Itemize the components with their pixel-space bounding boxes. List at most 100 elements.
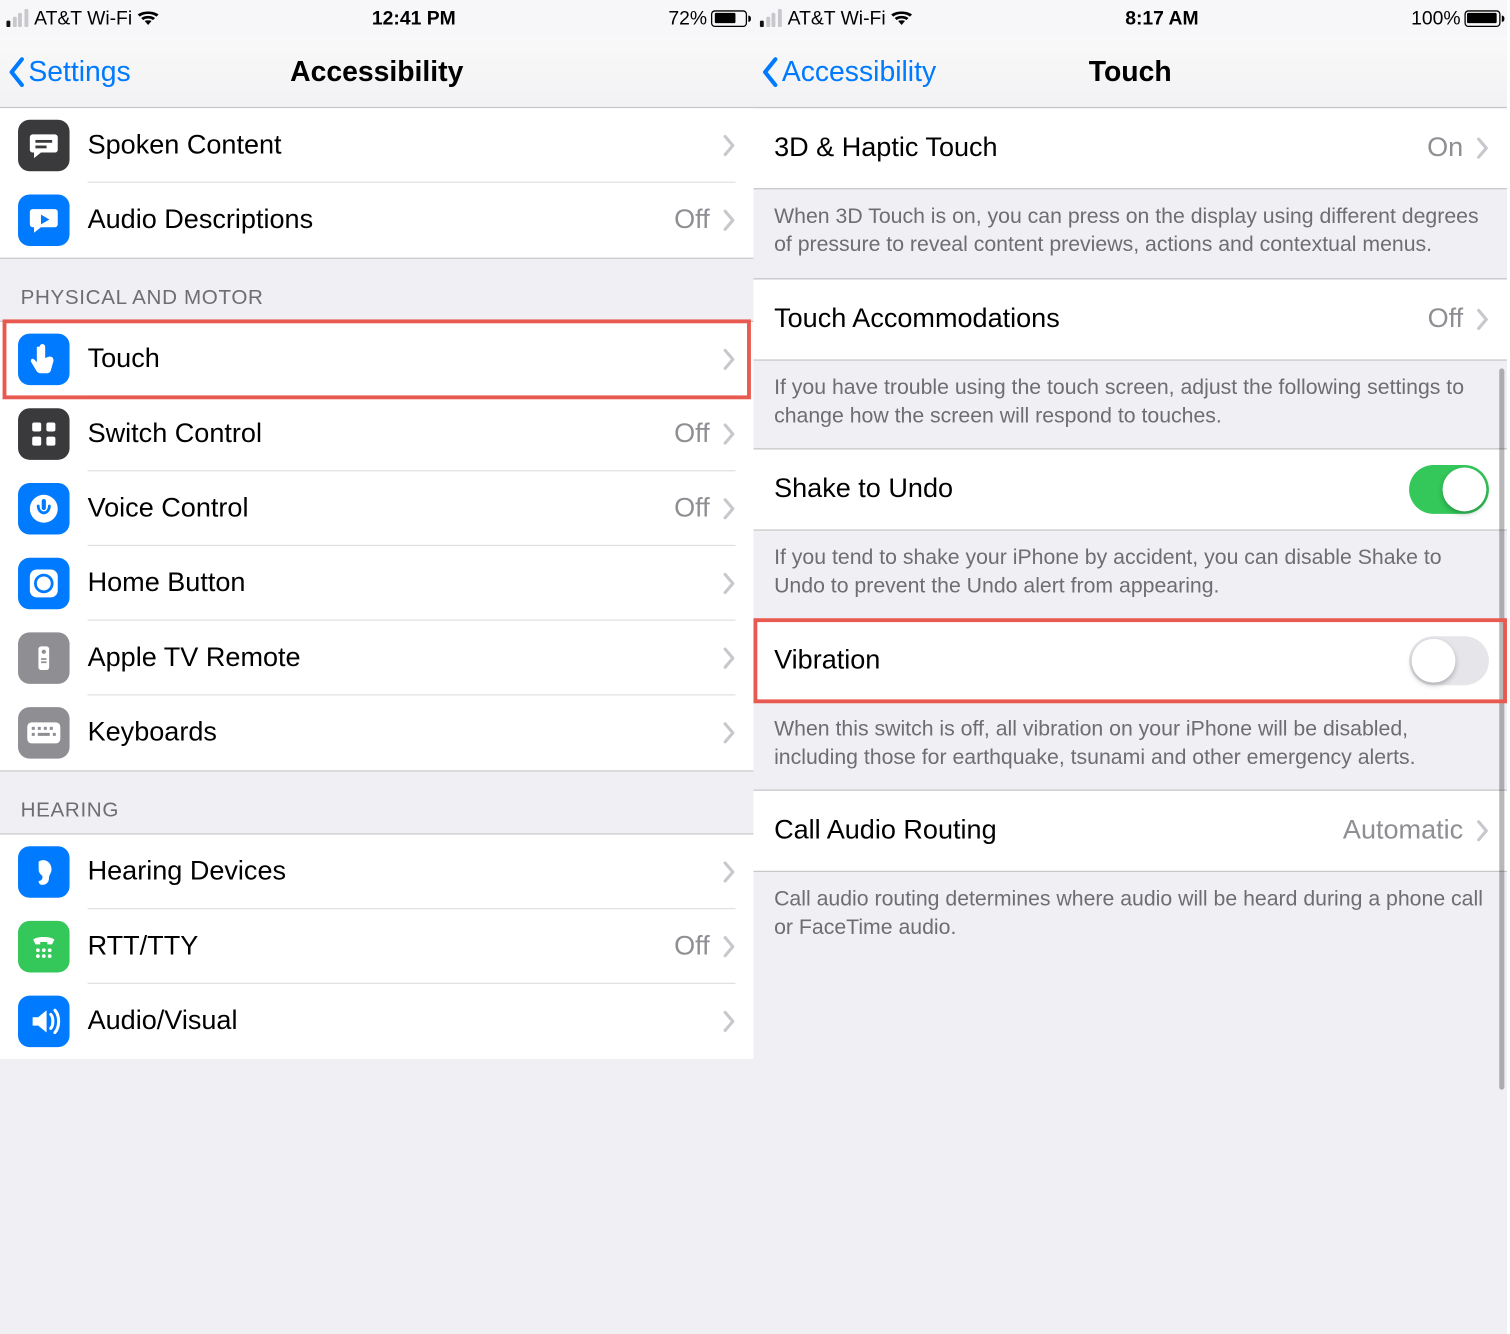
row-value: On	[1427, 133, 1463, 164]
wifi-icon	[890, 9, 913, 27]
group-vibration: Vibration	[753, 619, 1506, 701]
status-bar: AT&T Wi-Fi 12:41 PM 72%	[0, 0, 753, 36]
chevron-right-icon	[723, 422, 736, 445]
row-rtt-tty[interactable]: RTT/TTYOff	[0, 909, 753, 984]
section-hearing-header: HEARING	[0, 772, 753, 834]
battery-icon	[1464, 10, 1500, 27]
cell-signal-icon	[760, 9, 781, 27]
keyboard-icon	[18, 707, 70, 759]
voice-icon	[18, 483, 70, 535]
row-switch-control[interactable]: Switch ControlOff	[0, 397, 753, 472]
row-value: Automatic	[1343, 815, 1463, 846]
battery-icon	[711, 10, 747, 27]
row-label: Audio Descriptions	[88, 205, 675, 236]
home-circle-icon	[18, 558, 70, 610]
row-value: Off	[674, 493, 710, 524]
speaker-icon	[18, 996, 70, 1048]
chevron-right-icon	[723, 347, 736, 370]
row-label: Home Button	[88, 567, 723, 598]
chevron-right-icon	[723, 721, 736, 744]
back-button[interactable]: Settings	[0, 55, 131, 88]
status-bar: AT&T Wi-Fi 8:17 AM 100%	[753, 0, 1506, 36]
section-physical-header: PHYSICAL AND MOTOR	[0, 259, 753, 321]
chevron-right-icon	[723, 646, 736, 669]
cell-signal-icon	[6, 9, 27, 27]
group-vision-continued: Spoken Content Audio DescriptionsOff	[0, 108, 753, 259]
phone-touch: AT&T Wi-Fi 8:17 AM 100% Accessibility To…	[753, 0, 1506, 1334]
row-voice-control[interactable]: Voice ControlOff	[0, 471, 753, 546]
chevron-right-icon	[1476, 307, 1489, 330]
row-home-button[interactable]: Home Button	[0, 546, 753, 621]
chevron-right-icon	[723, 1010, 736, 1033]
chevron-right-icon	[723, 860, 736, 883]
row-label: Call Audio Routing	[774, 815, 1343, 846]
touch-icon	[18, 334, 70, 386]
chevron-right-icon	[723, 209, 736, 232]
group-physical: TouchSwitch ControlOffVoice ControlOffHo…	[0, 321, 753, 772]
row-3d-haptic-touch[interactable]: 3D & Haptic Touch On	[753, 108, 1506, 188]
phone-accessibility: AT&T Wi-Fi 12:41 PM 72% Settings Accessi…	[0, 0, 753, 1334]
chevron-right-icon	[1476, 137, 1489, 160]
group-shake: Shake to Undo	[753, 448, 1506, 530]
wifi-icon	[136, 9, 159, 27]
vibration-toggle[interactable]	[1409, 636, 1489, 685]
remote-icon	[18, 632, 70, 684]
footer-haptic: When 3D Touch is on, you can press on th…	[753, 189, 1506, 277]
footer-shake: If you tend to shake your iPhone by acci…	[753, 531, 1506, 619]
row-label: Touch	[88, 343, 723, 374]
row-label: Hearing Devices	[88, 856, 723, 887]
row-audio-descriptions[interactable]: Audio DescriptionsOff	[0, 183, 753, 258]
row-audio-visual[interactable]: Audio/Visual	[0, 984, 753, 1059]
footer-call-routing: Call audio routing determines where audi…	[753, 872, 1506, 960]
scroll-indicator	[1499, 368, 1504, 1089]
back-label: Accessibility	[782, 55, 936, 88]
chevron-right-icon	[723, 497, 736, 520]
back-button[interactable]: Accessibility	[753, 55, 936, 88]
row-label: Switch Control	[88, 418, 675, 449]
row-label: Apple TV Remote	[88, 642, 723, 673]
row-label: Shake to Undo	[774, 474, 1409, 505]
group-hearing: Hearing Devices RTT/TTYOff Audio/Visual	[0, 833, 753, 1058]
nav-bar: Settings Accessibility	[0, 36, 753, 108]
group-accommodations: Touch Accommodations Off	[753, 278, 1506, 360]
nav-bar: Accessibility Touch	[753, 36, 1506, 108]
carrier-label: AT&T Wi-Fi	[788, 7, 886, 29]
row-touch[interactable]: Touch	[0, 322, 753, 397]
carrier-label: AT&T Wi-Fi	[34, 7, 132, 29]
row-label: Touch Accommodations	[774, 303, 1427, 334]
row-touch-accommodations[interactable]: Touch Accommodations Off	[753, 279, 1506, 359]
clock: 12:41 PM	[372, 7, 456, 29]
group-haptic: 3D & Haptic Touch On	[753, 108, 1506, 189]
row-value: Off	[674, 931, 710, 962]
grid-icon	[18, 408, 70, 460]
row-call-audio-routing[interactable]: Call Audio Routing Automatic	[753, 791, 1506, 871]
row-hearing-devices[interactable]: Hearing Devices	[0, 835, 753, 910]
row-label: Vibration	[774, 645, 1409, 676]
row-label: Spoken Content	[88, 129, 723, 160]
row-value: Off	[674, 205, 710, 236]
speech-bubble-text-icon	[18, 120, 70, 172]
row-value: Off	[674, 418, 710, 449]
chevron-left-icon	[761, 56, 779, 87]
row-label: RTT/TTY	[88, 931, 675, 962]
battery-percent: 100%	[1411, 7, 1460, 29]
tty-icon	[18, 921, 70, 973]
row-spoken-content[interactable]: Spoken Content	[0, 108, 753, 183]
chevron-left-icon	[8, 56, 26, 87]
row-shake-to-undo[interactable]: Shake to Undo	[753, 450, 1506, 530]
ear-icon	[18, 846, 70, 898]
chevron-right-icon	[1476, 819, 1489, 842]
row-value: Off	[1428, 303, 1464, 334]
row-keyboards[interactable]: Keyboards	[0, 696, 753, 771]
chevron-right-icon	[723, 571, 736, 594]
row-apple-tv-remote[interactable]: Apple TV Remote	[0, 621, 753, 696]
chevron-right-icon	[723, 133, 736, 156]
row-label: 3D & Haptic Touch	[774, 133, 1427, 164]
row-label: Audio/Visual	[88, 1006, 723, 1037]
back-label: Settings	[28, 55, 130, 88]
shake-toggle[interactable]	[1409, 465, 1489, 514]
row-vibration[interactable]: Vibration	[753, 620, 1506, 700]
footer-vibration: When this switch is off, all vibration o…	[753, 701, 1506, 789]
footer-accommodations: If you have trouble using the touch scre…	[753, 360, 1506, 448]
speech-bubble-play-icon	[18, 194, 70, 246]
